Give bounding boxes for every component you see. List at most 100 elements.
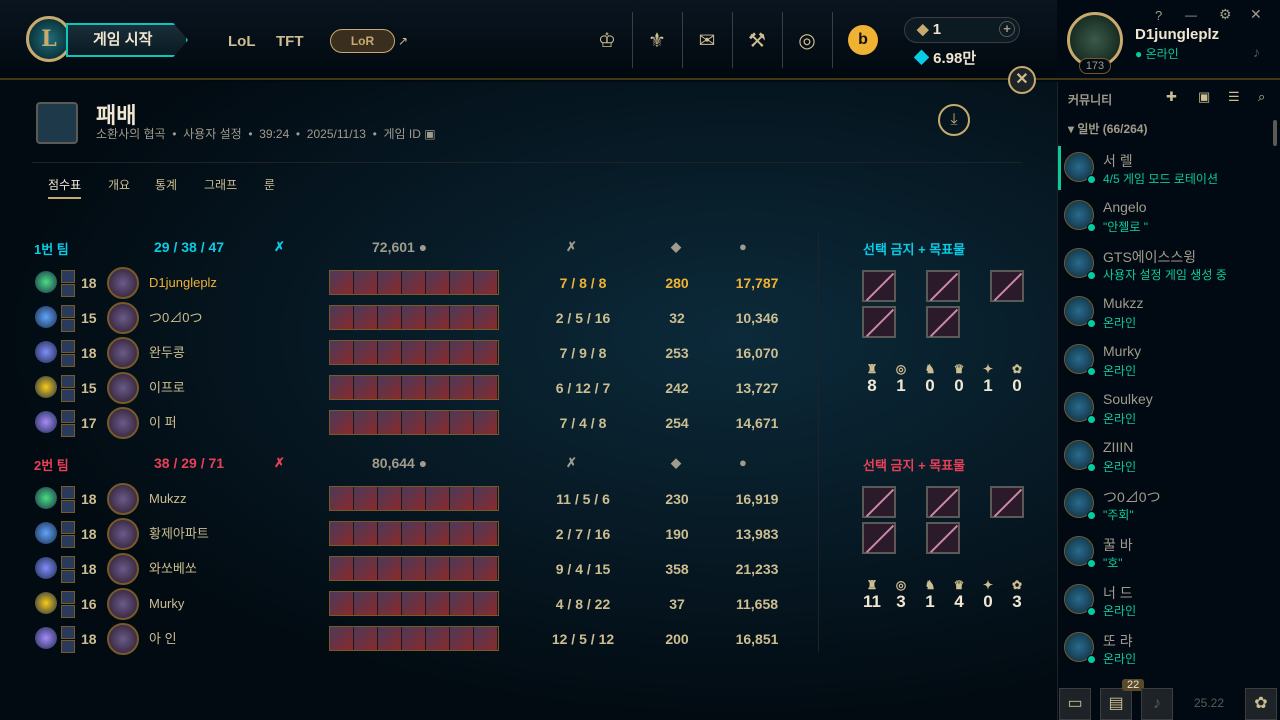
nav-lol[interactable]: LoL: [228, 33, 256, 50]
settings-gear-icon[interactable]: ⚙: [1219, 6, 1232, 23]
player-row[interactable]: 17 이 퍼 7 / 4 / 8 254 14,671: [32, 407, 1022, 439]
friend-status: 4/5 게임 모드 로테이션: [1103, 172, 1219, 186]
lor-button[interactable]: LoR: [330, 29, 395, 53]
tab-stats[interactable]: 통계: [155, 176, 177, 193]
tft-icon[interactable]: ⚜: [642, 28, 672, 54]
player-cs: 254: [665, 415, 689, 431]
player-name[interactable]: つ0⊿0つ: [149, 302, 202, 334]
champion-portrait[interactable]: [107, 372, 139, 404]
friend-list-item[interactable]: GTS에이스스윙 사용자 설정 게임 생성 중: [1058, 242, 1268, 290]
add-friend-icon[interactable]: ✚: [1166, 89, 1177, 105]
kda-icon: ✗: [274, 455, 285, 470]
summoner-spells: [61, 591, 75, 619]
esports-icon[interactable]: ♔: [592, 28, 622, 54]
help-icon[interactable]: ?: [1155, 8, 1162, 23]
friend-list-item[interactable]: Soulkey 온라인: [1058, 386, 1268, 434]
close-window-icon[interactable]: ✕: [1250, 6, 1262, 23]
friend-list-item[interactable]: 꿀 바 "호": [1058, 530, 1268, 578]
game-id-label: 게임 ID: [383, 127, 421, 141]
player-name[interactable]: D1jungleplz: [149, 267, 217, 299]
minimize-icon[interactable]: —: [1185, 8, 1197, 22]
dragon-icon: ♛: [953, 362, 965, 376]
friend-name: Mukzz: [1103, 295, 1144, 311]
champion-portrait[interactable]: [107, 267, 139, 299]
item-slots: [329, 626, 499, 651]
champion-portrait[interactable]: [107, 588, 139, 620]
player-cs: 358: [665, 561, 689, 577]
ban-icon: [862, 522, 896, 554]
player-name[interactable]: 이 퍼: [149, 407, 177, 439]
friend-status: 사용자 설정 게임 생성 중: [1103, 268, 1227, 282]
crafting-icon[interactable]: ⚒: [742, 28, 772, 54]
champion-portrait[interactable]: [107, 407, 139, 439]
messages-icon[interactable]: ▤: [1100, 688, 1132, 720]
friend-list-item[interactable]: ZIIIN 온라인: [1058, 434, 1268, 482]
list-view-icon[interactable]: ☰: [1228, 89, 1240, 105]
profile-panel[interactable]: 173 D1jungleplz ● 온라인 ? — ⚙ ✕ ♪: [1057, 0, 1280, 80]
scrollbar[interactable]: [1273, 120, 1277, 146]
player-gold: 13,983: [735, 526, 779, 542]
champion-portrait[interactable]: [107, 623, 139, 655]
champion-portrait[interactable]: [107, 483, 139, 515]
player-gold: 16,919: [735, 491, 779, 507]
champion-portrait[interactable]: [107, 337, 139, 369]
friend-list-item[interactable]: つ0⊿0つ "주회": [1058, 482, 1268, 530]
copy-icon[interactable]: ▣: [424, 127, 435, 141]
team2-bans-label: 선택 금지 + 목표물: [863, 458, 966, 473]
friend-group-header[interactable]: ▾ 일반 (66/264): [1068, 120, 1147, 137]
player-name[interactable]: 와쏘베쏘: [149, 553, 197, 585]
search-icon[interactable]: ⌕: [1258, 89, 1265, 105]
nav-tft[interactable]: TFT: [276, 33, 304, 50]
tab-graphs[interactable]: 그래프: [204, 176, 237, 193]
tab-overview[interactable]: 개요: [108, 176, 130, 193]
player-name[interactable]: Mukzz: [149, 483, 187, 515]
team1-gold: 72,601 ●: [372, 239, 428, 255]
player-name[interactable]: 황제아파트: [149, 518, 209, 550]
store-icon[interactable]: b: [848, 25, 878, 55]
add-rp-button[interactable]: +: [999, 21, 1015, 37]
player-name[interactable]: Murky: [149, 588, 184, 620]
friend-list-item[interactable]: 너 드 온라인: [1058, 578, 1268, 626]
champion-portrait[interactable]: [107, 302, 139, 334]
voice-icon[interactable]: ♪: [1141, 688, 1173, 720]
rp-balance[interactable]: ◆ 1 +: [904, 17, 1020, 43]
friend-list-item[interactable]: 또 랴 온라인: [1058, 626, 1268, 674]
player-row[interactable]: 18 아 인 12 / 5 / 12 200 16,851: [32, 623, 1022, 655]
chat-icon[interactable]: ▭: [1059, 688, 1091, 720]
friend-status: "주회": [1103, 508, 1134, 522]
download-replay-button[interactable]: ⤓: [938, 104, 970, 136]
friend-list-item[interactable]: Angelo "안젤로 ": [1058, 194, 1268, 242]
item-slots: [329, 486, 499, 511]
player-gold: 16,070: [735, 345, 779, 361]
play-button[interactable]: 게임 시작: [66, 23, 188, 57]
champion-portrait[interactable]: [107, 553, 139, 585]
player-name[interactable]: 이프로: [149, 372, 185, 404]
friend-list-item[interactable]: Murky 온라인: [1058, 338, 1268, 386]
objective-count: ♜ 8: [859, 362, 885, 396]
champion-portrait[interactable]: [107, 518, 139, 550]
player-level: 15: [81, 380, 97, 396]
friend-list-item[interactable]: Mukzz 온라인: [1058, 290, 1268, 338]
herald-icon: ✦: [982, 362, 994, 376]
close-match-button[interactable]: ✕: [1008, 66, 1036, 94]
friend-name: つ0⊿0つ: [1103, 489, 1161, 505]
blue-essence-icon: ◆: [914, 50, 934, 67]
tab-scoreboard[interactable]: 점수표: [48, 176, 82, 199]
player-cs: 32: [669, 310, 685, 326]
keystone-rune-icon: [35, 522, 57, 544]
league-logo-icon[interactable]: L: [26, 16, 72, 62]
notification-bell-icon[interactable]: ♪: [1253, 44, 1260, 60]
bug-report-icon[interactable]: ✿: [1245, 688, 1277, 720]
player-name[interactable]: 아 인: [149, 623, 177, 655]
online-status-icon: [1087, 223, 1096, 232]
ban-icon: [926, 522, 960, 554]
player-name[interactable]: 완두콩: [149, 337, 185, 369]
player-cs: 230: [665, 491, 689, 507]
player-kda: 2 / 7 / 16: [555, 526, 611, 542]
add-folder-icon[interactable]: ▣: [1198, 89, 1210, 105]
keystone-rune-icon: [35, 557, 57, 579]
friend-list-item[interactable]: 서 렐 4/5 게임 모드 로테이션: [1058, 146, 1268, 194]
loot-icon[interactable]: ◎: [792, 28, 822, 54]
inventory-icon[interactable]: ✉: [692, 28, 722, 54]
tab-runes[interactable]: 룬: [264, 176, 275, 193]
